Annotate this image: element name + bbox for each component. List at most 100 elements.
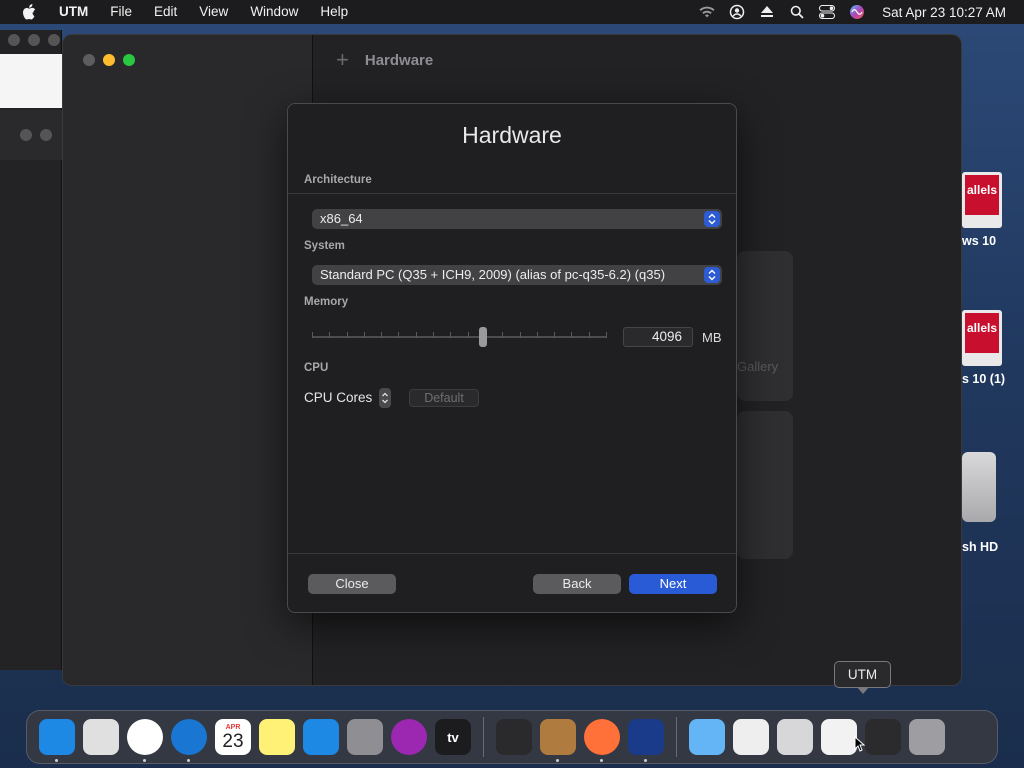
apple-tv-icon[interactable]: tv xyxy=(435,719,471,755)
running-indicator xyxy=(187,759,190,762)
next-button[interactable]: Next xyxy=(629,574,717,594)
chrome-icon[interactable] xyxy=(127,719,163,762)
trash-icon[interactable] xyxy=(909,719,945,755)
architecture-select[interactable]: x86_64 xyxy=(312,209,722,229)
menu-app-name[interactable]: UTM xyxy=(48,0,99,24)
slider-tick xyxy=(450,332,452,338)
menu-window[interactable]: Window xyxy=(239,0,309,24)
slider-tick xyxy=(312,332,313,338)
hard-drive-icon xyxy=(962,452,996,522)
utm-toolbar: + Hardware xyxy=(314,35,961,85)
cpu-default-button[interactable]: Default xyxy=(409,389,479,407)
slider-tick xyxy=(346,332,348,338)
menu-bar: UTM File Edit View Window Help Sat Apr 2… xyxy=(0,0,1024,24)
close-window-button[interactable] xyxy=(83,54,95,66)
back-button[interactable]: Back xyxy=(533,574,621,594)
menu-view[interactable]: View xyxy=(188,0,239,24)
system-preferences-icon[interactable] xyxy=(347,719,383,755)
safari-icon[interactable] xyxy=(171,719,207,762)
menu-help[interactable]: Help xyxy=(309,0,359,24)
finder-icon[interactable] xyxy=(39,719,75,762)
siri-icon[interactable] xyxy=(848,3,866,21)
running-indicator xyxy=(55,759,58,762)
parallels-vm-icon: allels xyxy=(962,172,1002,228)
minimized-window-2-icon[interactable] xyxy=(821,719,857,755)
wifi-icon[interactable] xyxy=(698,3,716,21)
menu-extras: Sat Apr 23 10:27 AM xyxy=(692,3,1024,21)
running-indicator xyxy=(600,759,603,762)
archive-utility-icon[interactable] xyxy=(540,719,576,762)
slider-tick xyxy=(606,332,607,338)
footer-divider xyxy=(288,553,736,554)
slider-tick xyxy=(571,332,573,338)
slider-tick xyxy=(519,332,521,338)
desktop-icon-label: sh HD xyxy=(962,540,999,554)
dock-separator xyxy=(676,717,677,757)
slider-tick xyxy=(363,332,365,338)
toolbar-title: Hardware xyxy=(364,51,434,69)
cpu-section-label: CPU xyxy=(304,362,329,374)
memory-unit: MB xyxy=(702,330,722,345)
window-controls xyxy=(83,54,135,66)
hardware-dialog: Hardware Architecture x86_64 System Stan… xyxy=(287,103,737,613)
running-indicator xyxy=(143,759,146,762)
slider-tick xyxy=(467,332,469,338)
system-select[interactable]: Standard PC (Q35 + ICH9, 2009) (alias of… xyxy=(312,265,722,285)
desktop-icon-label: ws 10 xyxy=(962,234,997,248)
dock-tooltip: UTM xyxy=(834,661,891,688)
minimized-window-1-icon[interactable] xyxy=(777,719,813,755)
tooltip-arrow xyxy=(857,687,869,694)
system-value: Standard PC (Q35 + ICH9, 2009) (alias of… xyxy=(320,267,666,282)
add-vm-icon[interactable]: + xyxy=(336,47,349,73)
gallery-card-2[interactable] xyxy=(737,411,793,559)
spotlight-search-icon[interactable] xyxy=(788,3,806,21)
control-center-icon[interactable] xyxy=(818,3,836,21)
close-button[interactable]: Close xyxy=(308,574,396,594)
menu-file[interactable]: File xyxy=(99,0,143,24)
cpu-cores-label: CPU Cores xyxy=(304,390,373,405)
zoom-window-button[interactable] xyxy=(123,54,135,66)
applications-folder-icon[interactable] xyxy=(689,719,725,755)
firefox-icon[interactable] xyxy=(584,719,620,762)
utm-sidebar xyxy=(63,35,313,685)
system-label: System xyxy=(304,240,345,252)
gallery-card[interactable] xyxy=(737,251,793,401)
parallels-vm-icon: allels xyxy=(962,310,1002,366)
slider-tick xyxy=(433,332,435,338)
notes-icon[interactable] xyxy=(259,719,295,755)
desktop-icon-hard-drive[interactable]: sh HD xyxy=(962,452,1024,554)
audio-editor-icon[interactable] xyxy=(496,719,532,755)
background-window-2-controls xyxy=(20,129,52,141)
slider-tick xyxy=(329,332,331,338)
document-icon[interactable] xyxy=(733,719,769,755)
utm-icon[interactable] xyxy=(628,719,664,762)
desktop-icon-parallels-vm-1[interactable]: allels ws 10 xyxy=(962,172,1024,248)
calendar-day: 23 xyxy=(222,730,244,752)
dialog-title: Hardware xyxy=(462,122,562,148)
minimized-window-3-icon[interactable] xyxy=(865,719,901,755)
mouse-cursor-icon xyxy=(854,736,866,752)
background-window-content xyxy=(0,54,62,108)
cpu-cores-stepper[interactable] xyxy=(379,388,391,408)
desktop-icon-label: s 10 (1) xyxy=(962,372,1006,386)
gallery-label: Gallery xyxy=(737,359,779,374)
menu-edit[interactable]: Edit xyxy=(143,0,188,24)
launchpad-icon[interactable] xyxy=(83,719,119,755)
slider-tick xyxy=(536,332,538,338)
app-store-icon[interactable] xyxy=(303,719,339,755)
apple-menu-icon[interactable] xyxy=(20,3,38,21)
podcasts-icon[interactable] xyxy=(391,719,427,755)
memory-label: Memory xyxy=(304,296,349,308)
dock: APR 23 tv xyxy=(26,710,998,764)
desktop-icon-parallels-vm-2[interactable]: allels s 10 (1) xyxy=(962,310,1024,386)
memory-slider-track[interactable] xyxy=(312,336,606,338)
calendar-icon[interactable]: APR 23 xyxy=(215,719,251,755)
eject-icon[interactable] xyxy=(758,3,776,21)
background-window-controls xyxy=(8,34,60,46)
memory-input[interactable]: 4096 xyxy=(623,327,693,347)
memory-slider-knob[interactable] xyxy=(478,327,487,347)
chevron-up-down-icon xyxy=(704,211,720,227)
menu-clock[interactable]: Sat Apr 23 10:27 AM xyxy=(882,5,1006,20)
minimize-window-button[interactable] xyxy=(103,54,115,66)
user-account-icon[interactable] xyxy=(728,3,746,21)
